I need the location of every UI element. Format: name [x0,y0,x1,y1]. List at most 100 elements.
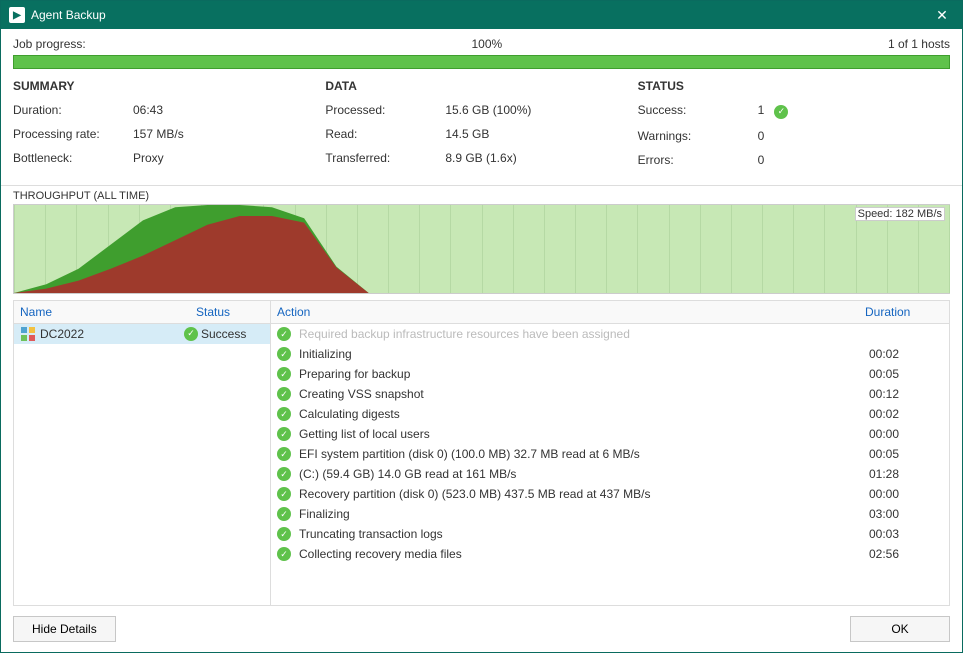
transferred-label: Transferred: [325,151,445,165]
action-text: Getting list of local users [299,427,869,441]
host-row[interactable]: DC2022✓Success [14,324,270,344]
progress-percent: 100% [86,37,888,51]
action-text: (C:) (59.4 GB) 14.0 GB read at 161 MB/s [299,467,869,481]
success-check-icon: ✓ [184,327,198,341]
summary-col: SUMMARY Duration:06:43 Processing rate:1… [13,79,325,177]
transferred-value: 8.9 GB (1.6x) [445,151,516,165]
status-col: STATUS Success:1✓ Warnings:0 Errors:0 [638,79,950,177]
progress-row: Job progress: 100% 1 of 1 hosts [1,29,962,55]
status-heading: STATUS [638,79,930,93]
action-row[interactable]: ✓ Required backup infrastructure resource… [271,324,949,344]
read-value: 14.5 GB [445,127,489,141]
action-text: Initializing [299,347,869,361]
success-check-icon: ✓ [277,546,293,562]
host-body: DC2022✓Success [14,324,270,344]
action-row[interactable]: ✓Getting list of local users00:00 [271,424,949,444]
summary-heading: SUMMARY [13,79,305,93]
chart-svg [14,205,949,293]
action-text: Preparing for backup [299,367,869,381]
success-check-icon: ✓ [277,386,293,402]
action-text: Finalizing [299,507,869,521]
action-duration: 00:02 [869,407,943,421]
action-text: Required backup infrastructure resources… [299,327,869,341]
processed-value: 15.6 GB (100%) [445,103,531,117]
throughput-chart: Speed: 182 MB/s [13,204,950,294]
action-row[interactable]: ✓ Truncating transaction logs00:03 [271,524,949,544]
success-check-icon: ✓ [277,446,293,462]
action-duration: 03:00 [869,507,943,521]
action-duration: 00:05 [869,367,943,381]
action-duration: 00:05 [869,447,943,461]
action-row[interactable]: ✓ Initializing00:02 [271,344,949,364]
tables: Name Status DC2022✓Success Action Durati… [13,300,950,607]
duration-label: Duration: [13,103,133,117]
action-text: Truncating transaction logs [299,527,869,541]
host-panel: Name Status DC2022✓Success [13,300,271,607]
window-title: Agent Backup [31,8,930,22]
success-label: Success: [638,103,758,119]
rate-value: 157 MB/s [133,127,184,141]
processed-label: Processed: [325,103,445,117]
footer: Hide Details OK [1,606,962,652]
success-check-icon: ✓ [277,366,293,382]
close-button[interactable]: ✕ [930,7,954,24]
success-check-icon: ✓ [277,346,293,362]
warnings-label: Warnings: [638,129,758,143]
action-duration: 02:56 [869,547,943,561]
throughput-heading: THROUGHPUT (ALL TIME) [1,186,962,204]
duration-value: 06:43 [133,103,163,117]
action-row[interactable]: ✓ Finalizing03:00 [271,504,949,524]
host-col-status[interactable]: Status [190,301,270,323]
action-duration: 00:12 [869,387,943,401]
read-label: Read: [325,127,445,141]
success-check-icon: ✓ [277,506,293,522]
host-name: DC2022 [40,327,184,341]
action-body[interactable]: ✓ Required backup infrastructure resource… [271,324,949,606]
data-col: DATA Processed:15.6 GB (100%) Read:14.5 … [325,79,637,177]
data-heading: DATA [325,79,617,93]
hide-details-button[interactable]: Hide Details [13,616,116,642]
success-check-icon: ✓ [277,326,293,342]
ok-button[interactable]: OK [850,616,950,642]
action-row[interactable]: ✓ (C:) (59.4 GB) 14.0 GB read at 161 MB/s… [271,464,949,484]
server-icon [20,326,36,342]
action-row[interactable]: ✓ Collecting recovery media files02:56 [271,544,949,564]
bottleneck-label: Bottleneck: [13,151,133,165]
app-icon: ▶ [9,7,25,23]
action-row[interactable]: ✓ Calculating digests00:02 [271,404,949,424]
agent-backup-window: ▶ Agent Backup ✕ Job progress: 100% 1 of… [0,0,963,653]
stats-panel: SUMMARY Duration:06:43 Processing rate:1… [1,79,962,186]
action-row[interactable]: ✓Creating VSS snapshot00:12 [271,384,949,404]
action-text: Recovery partition (disk 0) (523.0 MB) 4… [299,487,869,501]
success-check-icon: ✓ [277,406,293,422]
bottleneck-value: Proxy [133,151,164,165]
success-check-icon: ✓ [774,105,788,119]
action-panel: Action Duration ✓ Required backup infrast… [271,300,950,607]
errors-value: 0 [758,153,765,167]
errors-label: Errors: [638,153,758,167]
action-duration: 00:02 [869,347,943,361]
success-value: 1 [758,103,765,119]
success-check-icon: ✓ [277,426,293,442]
rate-label: Processing rate: [13,127,133,141]
action-row[interactable]: ✓ Recovery partition (disk 0) (523.0 MB) … [271,484,949,504]
action-text: EFI system partition (disk 0) (100.0 MB)… [299,447,869,461]
titlebar[interactable]: ▶ Agent Backup ✕ [1,1,962,29]
host-col-name[interactable]: Name [14,301,190,323]
progress-label: Job progress: [13,37,86,51]
success-check-icon: ✓ [277,486,293,502]
success-check-icon: ✓ [277,466,293,482]
host-status: ✓Success [184,327,264,341]
action-row[interactable]: ✓ Preparing for backup00:05 [271,364,949,384]
action-text: Calculating digests [299,407,869,421]
host-header: Name Status [14,301,270,324]
action-text: Collecting recovery media files [299,547,869,561]
content: Job progress: 100% 1 of 1 hosts SUMMARY … [1,29,962,652]
action-col-duration[interactable]: Duration [859,301,949,323]
action-row[interactable]: ✓ EFI system partition (disk 0) (100.0 MB… [271,444,949,464]
action-duration: 00:03 [869,527,943,541]
action-col-action[interactable]: Action [271,301,859,323]
success-check-icon: ✓ [277,526,293,542]
action-duration: 01:28 [869,467,943,481]
progress-bar [13,55,950,69]
